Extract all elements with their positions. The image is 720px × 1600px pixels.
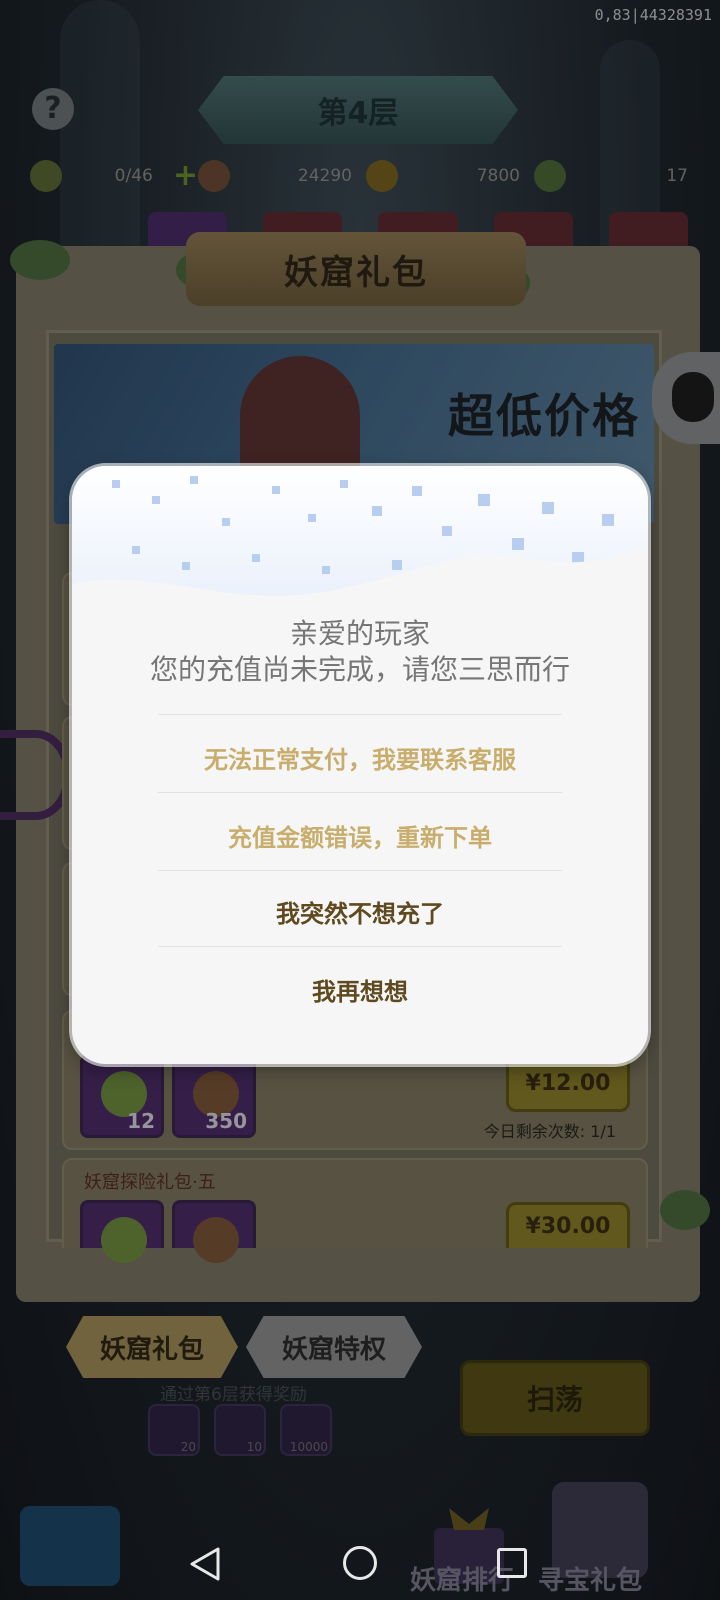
divider: [158, 792, 562, 793]
contact-support-option[interactable]: 无法正常支付，我要联系客服: [112, 724, 608, 790]
reorder-option[interactable]: 充值金额错误，重新下单: [112, 802, 608, 868]
back-icon[interactable]: [188, 1546, 222, 1582]
home-icon[interactable]: [343, 1546, 377, 1580]
cancel-recharge-option[interactable]: 我突然不想充了: [112, 878, 608, 944]
payment-dialog: 亲爱的玩家 您的充值尚未完成，请您三思而行 无法正常支付，我要联系客服 充值金额…: [72, 466, 648, 1064]
divider: [158, 870, 562, 871]
dialog-header-decoration: [72, 466, 648, 626]
system-nav-bar: [0, 1532, 720, 1600]
dialog-message: 您的充值尚未完成，请您三思而行: [149, 653, 570, 686]
divider: [158, 714, 562, 715]
dialog-greeting: 亲爱的玩家: [289, 617, 430, 650]
divider: [158, 946, 562, 947]
think-again-option[interactable]: 我再想想: [112, 956, 608, 1022]
recents-icon[interactable]: [497, 1548, 527, 1578]
